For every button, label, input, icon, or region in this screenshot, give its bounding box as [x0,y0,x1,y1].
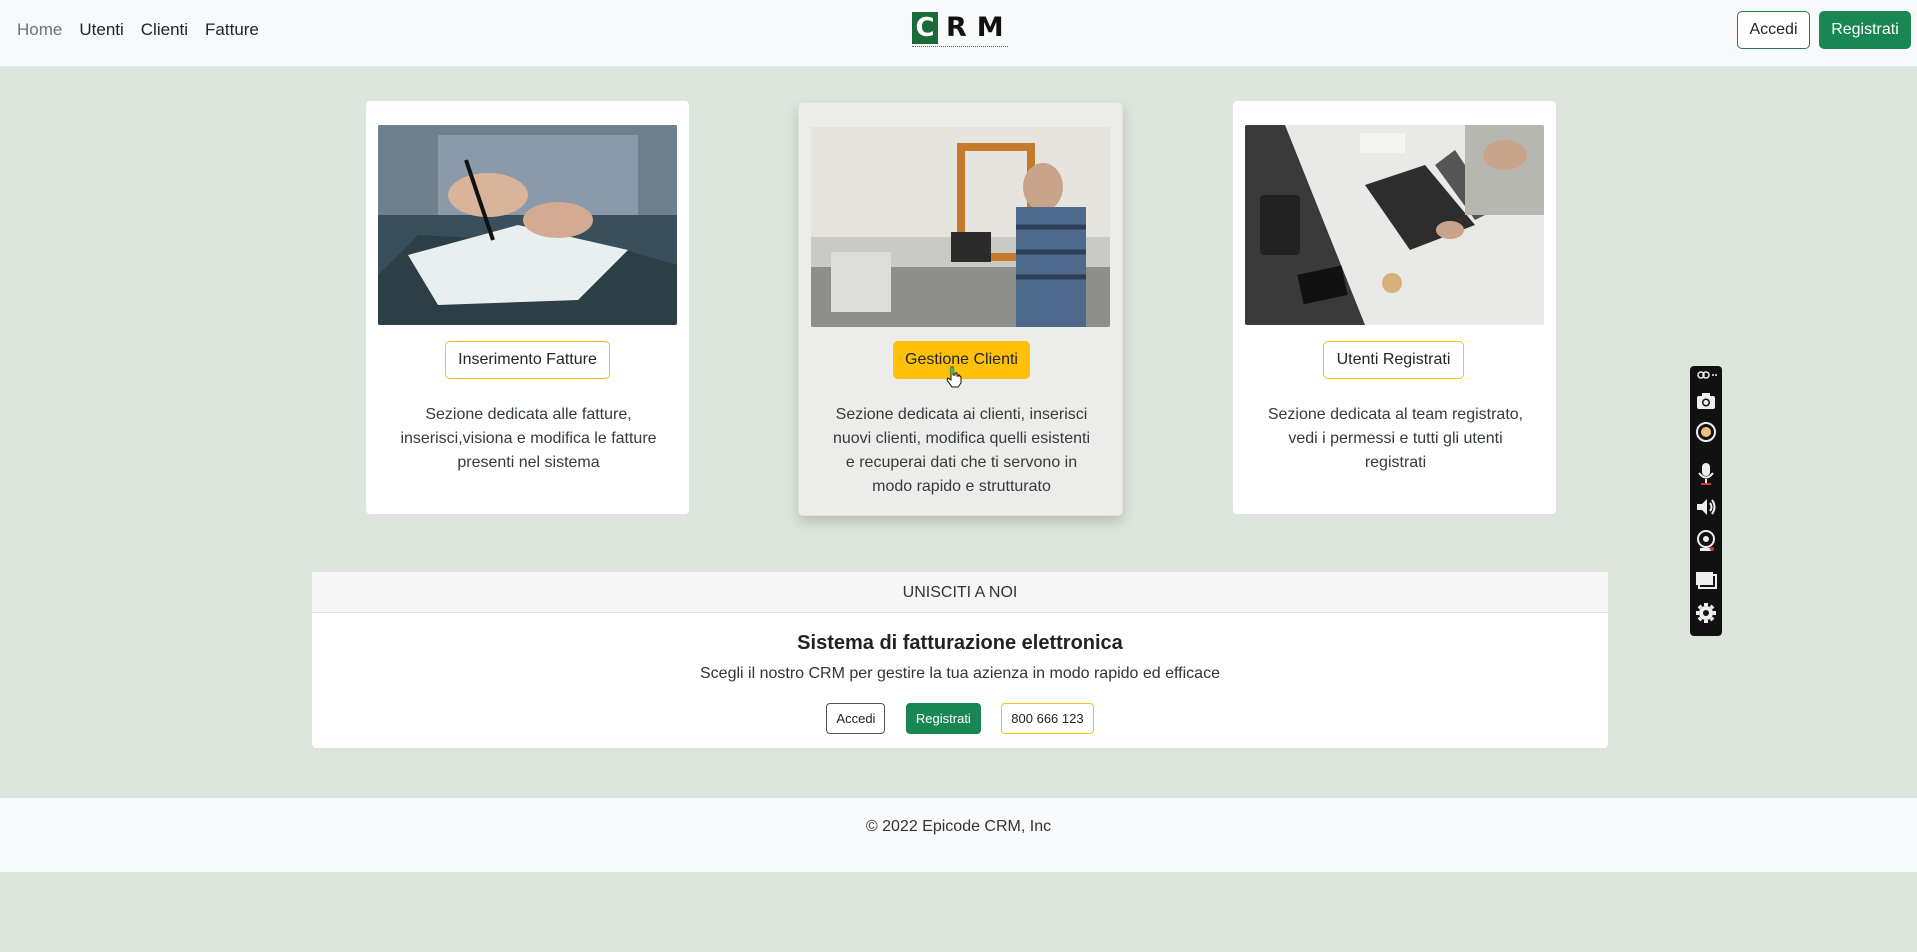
speaker-icon[interactable] [1695,496,1717,518]
link-icon[interactable] [1695,368,1717,382]
join-section: UNISCITI A NOI Sistema di fatturazione e… [311,571,1609,749]
join-accedi-button[interactable]: Accedi [826,703,886,734]
hand-cursor-icon [946,366,962,388]
footer-copyright: © 2022 Epicode CRM, Inc [865,818,1052,835]
card-image-clienti [811,127,1110,327]
microphone-icon[interactable] [1695,462,1717,485]
card-description: Sezione dedicata al team registrato, ved… [1267,406,1524,471]
crm-logo[interactable]: C RM [912,12,1008,50]
footer: © 2022 Epicode CRM, Inc [0,798,1917,872]
navbar: Home Utenti Clienti Fatture C RM Accedi … [0,0,1917,67]
card-image-fatture [378,125,677,325]
join-subtitle: Scegli il nostro CRM per gestire la tua … [700,665,1220,682]
logo-letter: C [912,12,938,44]
nav-link-utenti[interactable]: Utenti [79,20,123,40]
nav-links: Home Utenti Clienti Fatture [17,20,259,40]
join-header: UNISCITI A NOI [312,572,1608,613]
card-description: Sezione dedicata ai clienti, inserisci n… [832,406,1090,495]
logo-text: RM [946,12,1014,43]
window-icon[interactable] [1695,569,1717,591]
join-title: Sistema di fatturazione elettronica [797,632,1123,654]
join-buttons: Accedi Registrati 800 666 123 [312,703,1608,734]
card-utenti: Utenti Registrati Sezione dedicata al te… [1232,100,1557,515]
nav-link-fatture[interactable]: Fatture [205,20,259,40]
logo-tagline [912,46,1008,49]
phone-button[interactable]: 800 666 123 [1001,703,1094,734]
record-icon[interactable] [1695,421,1717,443]
utenti-registrati-button[interactable]: Utenti Registrati [1323,341,1464,379]
nav-link-home[interactable]: Home [17,20,62,40]
nav-accedi-button[interactable]: Accedi [1737,11,1810,49]
screen-recorder-toolbar [1690,366,1722,636]
gear-icon[interactable] [1695,602,1717,624]
nav-link-clienti[interactable]: Clienti [141,20,188,40]
card-fatture: Inserimento Fatture Sezione dedicata all… [365,100,690,515]
card-image-utenti [1245,125,1544,325]
card-clienti: Gestione Clienti Sezione dedicata ai cli… [798,102,1123,516]
card-description: Sezione dedicata alle fatture, inserisci… [400,406,657,471]
nav-registrati-button[interactable]: Registrati [1819,11,1911,49]
inserimento-fatture-button[interactable]: Inserimento Fatture [445,341,610,379]
webcam-icon[interactable] [1695,529,1717,551]
camera-icon[interactable] [1695,390,1717,412]
join-registrati-button[interactable]: Registrati [905,703,981,734]
